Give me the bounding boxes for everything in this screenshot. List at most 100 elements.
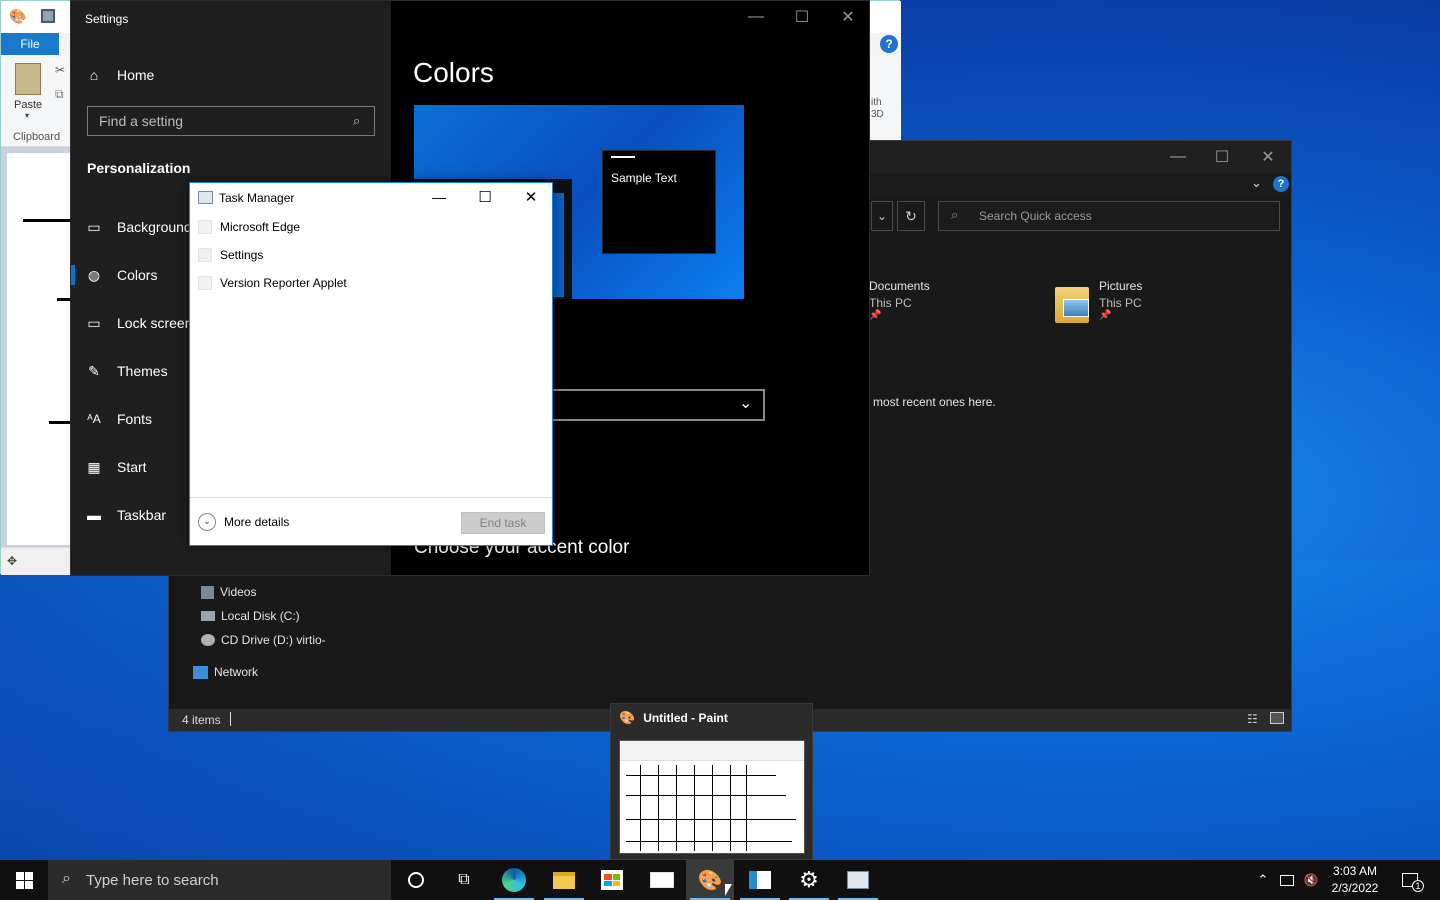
taskbar-settings[interactable]: ⚙	[785, 860, 833, 900]
taskbar-version-reporter[interactable]	[736, 860, 784, 900]
preview-title-line	[611, 156, 635, 158]
fonts-icon: ᴬA	[87, 412, 101, 426]
cortana-button[interactable]	[392, 860, 440, 900]
nav-item-local-disk[interactable]: Local Disk (C:)	[201, 609, 300, 623]
app-row-settings[interactable]: Settings	[198, 241, 538, 269]
save-icon[interactable]	[41, 9, 55, 23]
move-icon: ✥	[7, 554, 18, 568]
more-details-button[interactable]: ⌄ More details	[198, 513, 289, 531]
task-manager-maximize-button[interactable]: ☐	[462, 181, 508, 213]
app-name: Microsoft Edge	[220, 220, 301, 234]
app-icon	[198, 248, 212, 262]
lock-screen-icon: ▭	[87, 314, 101, 331]
chevron-down-circle-icon: ⌄	[198, 513, 216, 531]
gear-icon: ⚙	[799, 867, 819, 892]
folder-icon	[1055, 287, 1089, 323]
page-title: Colors	[413, 57, 494, 88]
action-center-button[interactable]: 1	[1394, 860, 1426, 900]
nav-item-cd-drive[interactable]: CD Drive (D:) virtio-	[201, 633, 326, 647]
thumb-stroke	[626, 775, 776, 776]
settings-maximize-button[interactable]: ☐	[779, 1, 825, 33]
task-view-button[interactable]: ⧉	[440, 860, 488, 900]
windows-logo-icon	[15, 871, 33, 889]
settings-title: Settings	[85, 12, 129, 26]
task-manager-titlebar[interactable]: Task Manager — ☐ ✕	[190, 183, 552, 213]
copy-icon[interactable]: ⧉	[55, 87, 64, 102]
nav-label: Network	[214, 665, 259, 679]
refresh-button[interactable]: ↻	[897, 201, 925, 231]
cortana-icon	[408, 872, 424, 888]
quick-access-item-pictures[interactable]: Pictures This PC 📌	[1099, 279, 1142, 321]
task-manager-icon	[847, 871, 869, 889]
item-location: This PC	[1099, 296, 1142, 310]
home-icon: ⌂	[89, 67, 99, 83]
edge-icon	[502, 868, 526, 892]
paint-taskbar-thumbnail[interactable]: 🎨 Untitled - Paint	[610, 703, 813, 860]
large-icons-view-icon[interactable]	[1270, 712, 1284, 724]
explorer-minimize-button[interactable]: —	[1155, 141, 1201, 173]
settings-home-link[interactable]: ⌂ Home	[71, 53, 391, 97]
taskbar: Type here to search ⌕ ⧉ 🎨 ⚙ ⌃ 🔇 3:03 AM …	[0, 860, 1440, 900]
settings-minimize-button[interactable]: —	[733, 1, 779, 33]
chevron-down-icon: ⌄	[739, 395, 753, 412]
nav-item-network[interactable]: Network	[193, 665, 258, 679]
network-tray-button[interactable]	[1276, 860, 1298, 900]
paste-icon[interactable]	[15, 63, 41, 95]
explorer-help-icon[interactable]: ?	[1273, 176, 1289, 192]
store-icon	[601, 870, 623, 890]
help-icon[interactable]: ?	[880, 35, 898, 53]
ribbon-expand-icon[interactable]: ⌄	[1251, 175, 1262, 191]
paste-dropdown-icon[interactable]: ▾	[25, 111, 29, 120]
details-view-icon[interactable]: ☷	[1247, 712, 1258, 726]
thumb-stroke	[694, 765, 695, 851]
app-row-version-reporter[interactable]: Version Reporter Applet	[198, 269, 538, 297]
nav-item-videos[interactable]: Videos	[201, 585, 256, 599]
file-tab[interactable]: File	[1, 33, 59, 55]
app-row-edge[interactable]: Microsoft Edge	[198, 213, 538, 241]
thumb-stroke	[712, 765, 713, 851]
start-button[interactable]	[0, 860, 48, 900]
thumbnail-title: Untitled - Paint	[643, 711, 728, 725]
explorer-close-button[interactable]: ✕	[1245, 141, 1291, 173]
item-name: Documents	[869, 279, 930, 293]
address-history-button[interactable]: ⌄	[871, 201, 893, 231]
preview-window: Sample Text	[602, 150, 716, 254]
drive-icon	[201, 611, 215, 621]
explorer-maximize-button[interactable]: ☐	[1199, 141, 1245, 173]
clipboard-group-label: Clipboard	[13, 131, 61, 143]
item-name: Pictures	[1099, 279, 1143, 293]
task-manager-close-button[interactable]: ✕	[508, 181, 554, 213]
paint-app-icon: 🎨	[9, 8, 27, 24]
end-task-button[interactable]: End task	[461, 512, 545, 534]
taskbar-task-manager[interactable]	[834, 860, 882, 900]
canvas-stroke	[23, 219, 77, 222]
explorer-search-input[interactable]: Search Quick access	[938, 201, 1280, 231]
notification-badge: 1	[1412, 880, 1424, 892]
cut-icon[interactable]: ✂	[55, 63, 65, 77]
app-name: Settings	[220, 248, 264, 262]
task-manager-footer: ⌄ More details End task	[190, 497, 552, 545]
find-setting-input[interactable]: Find a setting	[87, 106, 375, 136]
nav-label: Fonts	[117, 411, 153, 427]
task-manager-minimize-button[interactable]: —	[416, 181, 462, 213]
color-mode-dropdown[interactable]: ⌄	[551, 389, 765, 421]
taskbar-file-explorer[interactable]	[540, 860, 588, 900]
taskbar-mail[interactable]	[638, 860, 686, 900]
taskbar-clock[interactable]: 3:03 AM 2/3/2022	[1326, 860, 1384, 900]
clock-time: 3:03 AM	[1332, 864, 1378, 878]
thumbnail-caption: 🎨 Untitled - Paint	[619, 710, 728, 726]
paint-canvas[interactable]	[7, 153, 77, 545]
taskbar-search-box[interactable]: Type here to search	[48, 860, 391, 900]
show-hidden-icons-button[interactable]: ⌃	[1252, 860, 1274, 900]
nav-label: Start	[117, 459, 147, 475]
section-heading: Personalization	[87, 160, 191, 176]
mouse-cursor-icon	[725, 884, 732, 896]
paste-button[interactable]: Paste	[14, 99, 42, 111]
volume-tray-button[interactable]: 🔇	[1300, 860, 1322, 900]
settings-close-button[interactable]: ✕	[825, 1, 871, 33]
taskbar-edge[interactable]	[490, 860, 538, 900]
taskbar-icon: ▬	[87, 507, 101, 523]
quick-access-item-documents[interactable]: Documents This PC 📌	[869, 279, 930, 321]
edit-3d-button-label[interactable]: ith 3D	[871, 97, 884, 121]
taskbar-store[interactable]	[588, 860, 636, 900]
